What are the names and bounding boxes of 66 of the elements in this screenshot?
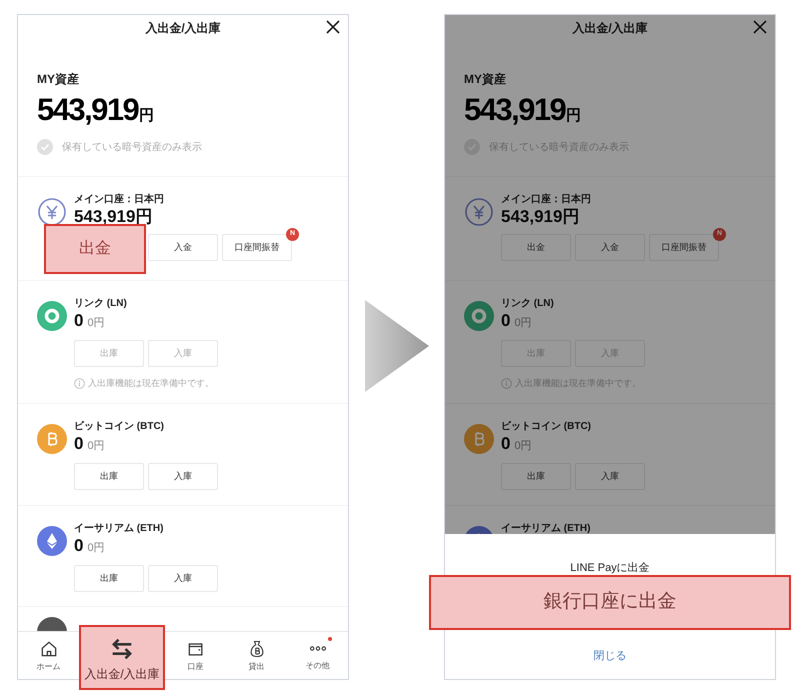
nav-tab[interactable]: 貸出 [226, 632, 287, 679]
total-amount: 543,919 [37, 93, 138, 127]
more-icon [308, 646, 328, 651]
bitcoin-icon [37, 424, 67, 454]
account-amount: 0 [501, 434, 510, 454]
sheet-option[interactable]: LINE Payに出金 [570, 558, 650, 578]
action-button[interactable]: 出庫 [74, 565, 144, 592]
nav-tab[interactable]: ホーム [18, 632, 79, 679]
yen-value: 0円 [87, 541, 105, 556]
assets-label: MY資産 [464, 71, 507, 87]
screen-title: 入出金/入出庫 [572, 20, 648, 37]
account-name: ビットコイン (BTC) [74, 420, 165, 434]
account-name: イーサリアム (ETH) [501, 522, 590, 536]
action-button[interactable]: 出金 [501, 234, 571, 262]
account-name: メイン口座：日本円 [74, 193, 165, 207]
yen-value: 0円 [87, 316, 105, 331]
sheet-option[interactable]: 銀行口座に出金 [429, 575, 791, 630]
nav-tab[interactable]: 入出金/入出庫 [79, 625, 165, 690]
account-name: イーサリアム (ETH) [74, 522, 164, 536]
info-icon [501, 378, 512, 390]
action-button[interactable]: 出庫 [501, 463, 571, 490]
screen-title: 入出金/入出庫 [145, 20, 221, 37]
assets-label: MY資産 [37, 71, 80, 87]
yen-icon [37, 197, 67, 227]
info-icon [74, 378, 85, 390]
action-button[interactable]: 口座間振替 [222, 234, 292, 262]
home-icon [38, 638, 58, 658]
coin-icon [464, 301, 494, 331]
account-amount: 0 [74, 311, 84, 331]
filter-label: 保有している暗号資産のみ表示 [62, 140, 202, 154]
action-button[interactable]: 入金 [575, 234, 645, 262]
close-icon[interactable] [325, 19, 341, 35]
action-button[interactable]: 入庫 [148, 565, 218, 592]
total-amount: 543,919 [464, 93, 566, 127]
yen-icon [464, 197, 494, 227]
coin-icon [37, 301, 67, 331]
action-button[interactable]: 口座間振替 [649, 234, 719, 262]
nav-tab[interactable]: 口座 [165, 632, 226, 679]
checkbox[interactable] [37, 139, 53, 155]
yen-value: 0円 [514, 439, 532, 454]
account-name: ビットコイン (BTC) [501, 420, 592, 434]
account-name: リンク (LN) [501, 297, 555, 311]
close-icon[interactable] [752, 19, 768, 35]
ethereum-icon [37, 526, 67, 556]
account-amount: 543,919円 [501, 207, 580, 227]
yen-value: 0円 [87, 439, 105, 454]
action-button[interactable]: 出庫 [74, 463, 144, 490]
coin-icon [37, 617, 67, 632]
currency-unit: 円 [139, 106, 154, 126]
action-button[interactable]: 入庫 [148, 463, 218, 490]
currency-unit: 円 [566, 106, 582, 126]
bitcoin-icon [464, 424, 494, 454]
account-name: リンク (LN) [74, 297, 128, 311]
account-amount: 0 [74, 536, 84, 556]
account-name: メイン口座：日本円 [501, 193, 592, 207]
withdraw-button[interactable]: 出金 [44, 224, 146, 274]
action-button[interactable]: 入庫 [575, 463, 645, 490]
account-amount: 0 [501, 311, 510, 331]
nav-tab[interactable]: その他 [287, 632, 348, 679]
action-button[interactable]: 入金 [148, 234, 218, 262]
yen-value: 0円 [514, 316, 532, 331]
close-link[interactable]: 閉じる [594, 648, 626, 664]
info-note: 入出庫機能は現在準備中です。 [88, 377, 214, 390]
account-amount: 0 [74, 434, 84, 454]
account-amount: 543,919円 [74, 207, 152, 227]
arrow-icon [364, 300, 428, 392]
